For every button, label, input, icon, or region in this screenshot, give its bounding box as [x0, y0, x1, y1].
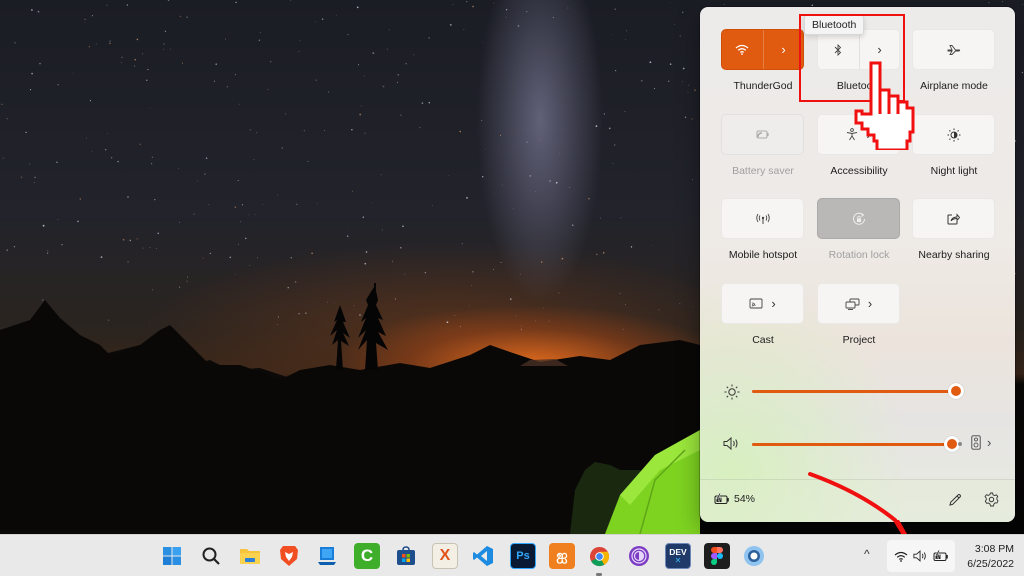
wifi-icon [736, 44, 749, 55]
rotation-lock-tile[interactable] [817, 198, 900, 239]
taskbar-tor-browser[interactable] [626, 543, 652, 569]
cast-tile[interactable]: › [721, 283, 804, 324]
airplane-icon [947, 44, 960, 55]
project-icon [845, 298, 860, 310]
dev-icon-graph: ✕ [674, 556, 682, 565]
cast-tile-label: Cast [752, 334, 774, 346]
xampp-icon: ஐ [556, 546, 568, 563]
volume-slider-end-dot [958, 442, 962, 446]
mobile-hotspot-tile-label: Mobile hotspot [728, 249, 798, 261]
night-light-tile-label: Night light [930, 165, 978, 177]
battery-percentage: 54% [734, 493, 756, 505]
clock-date: 6/25/2022 [967, 558, 1014, 570]
system-tray-quick-settings-button[interactable] [887, 540, 955, 572]
wifi-icon [894, 551, 907, 562]
windows-start-icon [163, 547, 181, 565]
share-icon [947, 212, 960, 224]
taskbar-chrome[interactable] [586, 543, 612, 569]
wifi-tile[interactable]: › [721, 29, 804, 70]
taskbar-camtasia[interactable]: C [354, 543, 380, 569]
vscode-icon [473, 546, 493, 566]
chevron-right-icon: › [867, 296, 873, 311]
settings-button[interactable] [984, 492, 999, 512]
monitor-icon [318, 547, 336, 565]
airplane-mode-tile[interactable] [912, 29, 995, 70]
search-icon [202, 547, 220, 565]
rotation-lock-icon [852, 212, 865, 225]
battery-saver-tile-label: Battery saver [732, 165, 794, 177]
store-icon [397, 546, 415, 565]
volume-icon [912, 550, 926, 562]
wifi-tile-label: ThunderGod [733, 80, 793, 92]
hotspot-icon [755, 213, 770, 224]
taskbar-vscode[interactable] [470, 543, 496, 569]
settings-icon [984, 492, 999, 507]
chevron-right-icon: › [987, 435, 992, 450]
taskbar-xampp[interactable]: ஐ [549, 543, 575, 569]
chevron-right-icon: › [771, 296, 776, 311]
battery-saver-icon [756, 130, 769, 139]
tor-icon [629, 546, 649, 566]
photoshop-icon: Ps [516, 550, 530, 562]
taskbar-dev-home[interactable]: DEV ✕ [665, 543, 691, 569]
chrome-icon [589, 546, 609, 566]
edit-button[interactable] [948, 493, 962, 512]
taskbar-brave[interactable] [276, 543, 302, 569]
taskbar-search-button[interactable] [198, 543, 224, 569]
battery-saver-tile[interactable] [721, 114, 804, 155]
taskbar-file-explorer[interactable] [237, 543, 263, 569]
taskbar-start-button[interactable] [159, 543, 185, 569]
figma-icon [711, 547, 723, 565]
brightness-icon [724, 384, 740, 400]
green-tent [605, 430, 700, 534]
chevron-right-icon: › [781, 42, 786, 57]
camtasia-icon: C [360, 546, 374, 565]
nearby-sharing-tile[interactable] [912, 198, 995, 239]
taskbar-remote-desktop[interactable] [314, 543, 340, 569]
airplane-mode-tile-label: Airplane mode [920, 80, 988, 92]
taskbar-figma[interactable] [704, 543, 730, 569]
taskbar-photoshop[interactable]: Ps [510, 543, 536, 569]
night-light-icon [947, 128, 960, 141]
project-tile-label: Project [842, 334, 876, 346]
accessibility-tile-label: Accessibility [830, 165, 888, 177]
battery-charging-icon [933, 550, 948, 561]
taskbar-circle-app[interactable] [741, 543, 767, 569]
battery-status[interactable]: 54% [714, 493, 755, 505]
wifi-expand-button[interactable]: › [762, 30, 803, 69]
wifi-toggle-button[interactable] [722, 30, 763, 69]
night-light-tile[interactable] [912, 114, 995, 155]
brightness-slider-fill [752, 390, 956, 393]
circle-app-icon [744, 546, 764, 566]
edit-icon [949, 494, 961, 506]
audio-output-button[interactable]: › [971, 435, 991, 450]
taskbar-clock[interactable]: 3:08 PM 6/25/2022 [967, 542, 1014, 572]
brave-icon [280, 546, 298, 566]
brightness-slider-thumb[interactable] [948, 383, 964, 399]
speaker-device-icon [971, 435, 981, 450]
mobile-hotspot-tile[interactable] [721, 198, 804, 239]
clock-time: 3:08 PM [974, 543, 1014, 555]
battery-charging-icon [714, 493, 729, 504]
nearby-sharing-tile-label: Nearby sharing [918, 249, 990, 261]
xml-icon: X [439, 547, 451, 564]
volume-slider[interactable] [752, 436, 960, 452]
taskbar-microsoft-store[interactable] [393, 543, 419, 569]
folder-icon [240, 549, 260, 564]
cast-icon [749, 298, 763, 309]
brightness-slider[interactable] [752, 383, 964, 399]
quick-settings-footer: 54% [700, 479, 1015, 522]
taskbar-xml-notepad[interactable]: X [432, 543, 458, 569]
hand-pointer-cursor [854, 61, 915, 150]
taskbar: C X Ps ஐ DEV ✕ ^ 3:08 PM 6/25/2022 [0, 534, 1024, 576]
rotation-lock-tile-label: Rotation lock [828, 249, 890, 261]
tray-overflow-chevron-icon[interactable]: ^ [864, 547, 870, 561]
project-tile[interactable]: › [817, 283, 900, 324]
speaker-icon [723, 437, 740, 450]
volume-slider-fill [752, 443, 952, 446]
